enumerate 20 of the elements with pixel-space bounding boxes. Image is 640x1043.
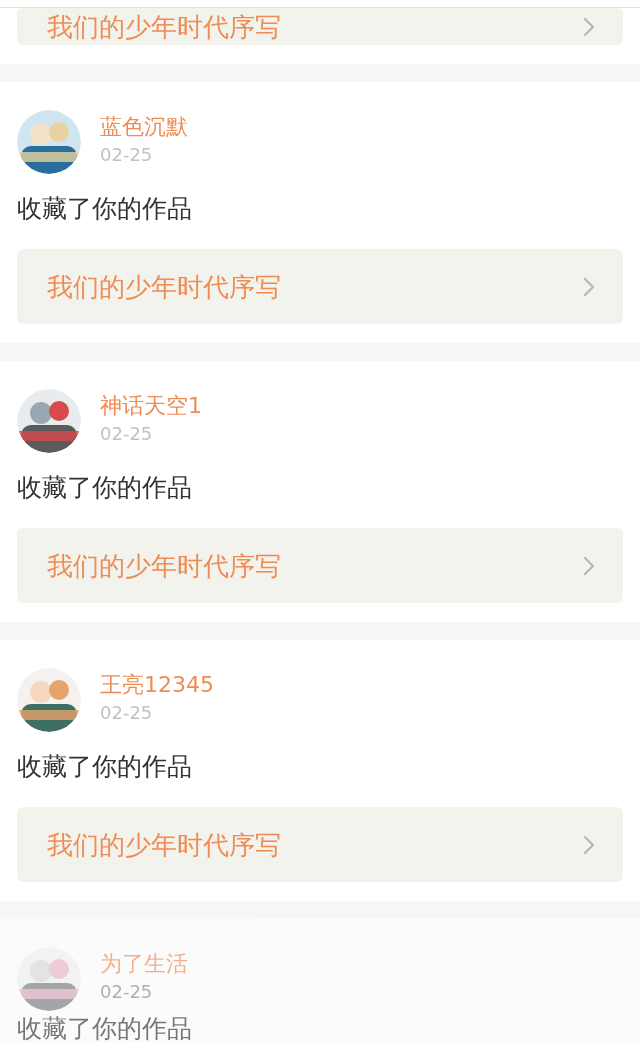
action-text: 收藏了你的作品 xyxy=(16,193,193,225)
date: 02-25 xyxy=(100,701,154,725)
user-name[interactable]: 王亮12345 xyxy=(100,670,214,700)
work-link[interactable]: 我们的少年时代序写 xyxy=(17,8,623,45)
user-name[interactable]: 蓝色沉默 xyxy=(100,112,188,142)
user-name[interactable]: 神话天空1 xyxy=(100,391,202,421)
work-link[interactable]: 我们的少年时代序写 xyxy=(17,249,623,324)
work-link[interactable]: 我们的少年时代序写 xyxy=(17,528,623,603)
action-text: 收藏了你的作品 xyxy=(16,751,193,783)
action-text: 收藏了你的作品 xyxy=(16,472,193,504)
action-text: 收藏了你的作品 xyxy=(16,1017,193,1041)
chevron-right-icon xyxy=(583,276,595,297)
user-name[interactable]: 为了生活 xyxy=(100,949,188,979)
date: 02-25 xyxy=(100,422,154,446)
date: 02-25 xyxy=(100,980,154,1004)
date: 02-25 xyxy=(100,143,154,167)
chevron-right-icon xyxy=(583,555,595,576)
chevron-right-icon xyxy=(583,834,595,855)
chevron-right-icon xyxy=(583,16,595,37)
work-link[interactable]: 我们的少年时代序写 xyxy=(17,807,623,882)
